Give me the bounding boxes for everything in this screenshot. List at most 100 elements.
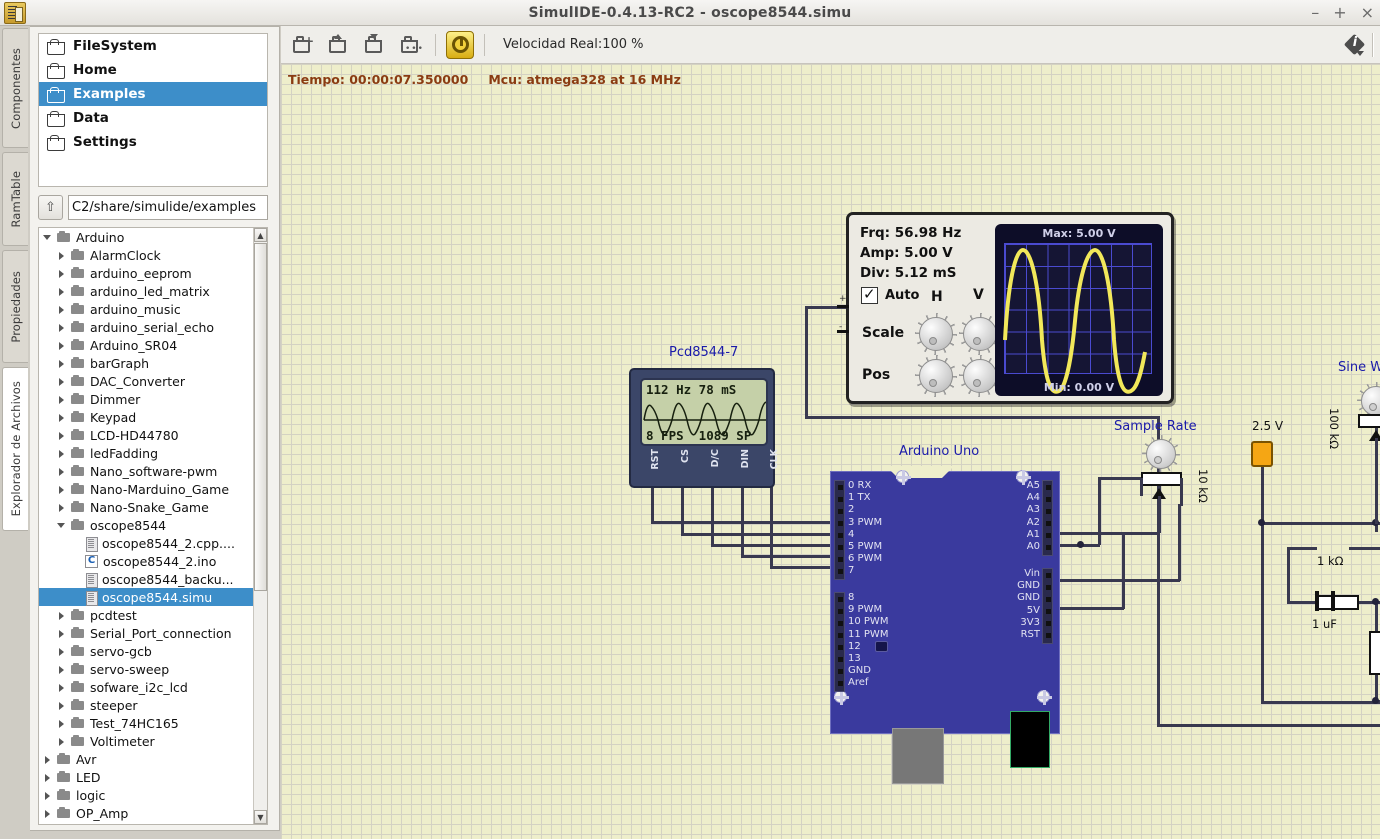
v-scale-knob[interactable]	[963, 317, 997, 351]
tree-row[interactable]: Nano_software-pwm	[39, 462, 253, 480]
tree-row[interactable]: LED	[39, 768, 253, 786]
chevron-closed-icon[interactable]	[57, 449, 66, 458]
pcd8544-component[interactable]: 112 Hz 78 mS 8 FPS 1089 SP RST CS D/C DI…	[629, 368, 775, 488]
chevron-closed-icon[interactable]	[57, 611, 66, 620]
auto-checkbox[interactable]	[861, 287, 878, 304]
place-item-data[interactable]: Data	[39, 106, 267, 130]
tree-row[interactable]: oscope8544	[39, 516, 253, 534]
chevron-closed-icon[interactable]	[57, 269, 66, 278]
oscilloscope-component[interactable]: Frq: 56.98 Hz Amp: 5.00 V Div: 5.12 mS A…	[846, 212, 1174, 404]
tree-row[interactable]: servo-sweep	[39, 660, 253, 678]
chevron-closed-icon[interactable]	[57, 503, 66, 512]
chevron-open-icon[interactable]	[43, 233, 52, 242]
tree-row[interactable]: sofware_i2c_lcd	[39, 678, 253, 696]
save-as-icon[interactable]: •••	[399, 33, 425, 57]
oscilloscope-auto-row[interactable]: Auto	[861, 287, 919, 304]
chevron-closed-icon[interactable]	[57, 287, 66, 296]
tree-row[interactable]: steeper	[39, 696, 253, 714]
tree-row[interactable]: Nano-Snake_Game	[39, 498, 253, 516]
tree-row[interactable]: Arduino_SR04	[39, 336, 253, 354]
open-circuit-icon[interactable]	[327, 33, 353, 57]
tree-row[interactable]: OP_Amp	[39, 804, 253, 822]
chevron-closed-icon[interactable]	[57, 395, 66, 404]
tree-row[interactable]: arduino_serial_echo	[39, 318, 253, 336]
tree-row[interactable]: ledFadding	[39, 444, 253, 462]
minimize-button[interactable]: –	[1311, 5, 1319, 21]
path-input[interactable]: C2/share/simulide/examples	[68, 195, 268, 220]
go-up-button[interactable]: ⇧	[38, 195, 63, 220]
chevron-open-icon[interactable]	[57, 521, 66, 530]
chevron-closed-icon[interactable]	[57, 719, 66, 728]
close-button[interactable]: ×	[1361, 5, 1374, 21]
tree-row[interactable]: AlarmClock	[39, 246, 253, 264]
tree-row[interactable]: Test_74HC165	[39, 714, 253, 732]
maximize-button[interactable]: +	[1333, 5, 1346, 21]
tree-row[interactable]: arduino_eeprom	[39, 264, 253, 282]
scroll-up-icon[interactable]: ▲	[254, 228, 267, 242]
digital-header-bottom[interactable]	[834, 592, 845, 692]
digital-header-top[interactable]	[834, 480, 845, 580]
chevron-closed-icon[interactable]	[57, 359, 66, 368]
tree-row[interactable]: Other	[39, 822, 253, 824]
place-item-examples[interactable]: Examples	[39, 82, 267, 106]
chevron-closed-icon[interactable]	[57, 323, 66, 332]
place-item-filesystem[interactable]: FileSystem	[39, 34, 267, 58]
osc-positive-terminal[interactable]	[837, 305, 849, 308]
save-circuit-icon[interactable]	[363, 33, 389, 57]
sample-rate-knob[interactable]	[1146, 439, 1176, 469]
tree-row[interactable]: Voltimeter	[39, 732, 253, 750]
chevron-closed-icon[interactable]	[43, 791, 52, 800]
sample-rate-potentiometer[interactable]	[1141, 472, 1182, 486]
tree-row[interactable]: barGraph	[39, 354, 253, 372]
chevron-closed-icon[interactable]	[57, 701, 66, 710]
capacitor-1uf-left[interactable]	[1315, 591, 1335, 611]
tree-row[interactable]: oscope8544_backu...	[39, 570, 253, 588]
analog-header[interactable]	[1042, 480, 1053, 556]
tree-row[interactable]: oscope8544_2.cpp....	[39, 534, 253, 552]
chevron-closed-icon[interactable]	[57, 431, 66, 440]
chevron-closed-icon[interactable]	[57, 377, 66, 386]
tree-row[interactable]: Nano-Marduino_Game	[39, 480, 253, 498]
scroll-down-icon[interactable]: ▼	[254, 810, 267, 824]
tree-row[interactable]: arduino_led_matrix	[39, 282, 253, 300]
tab-explorador-de-archivos[interactable]: Explorador de Archivos	[2, 367, 28, 531]
tree-row[interactable]: Dimmer	[39, 390, 253, 408]
tab-ramtable[interactable]: RamTable	[2, 152, 28, 246]
chevron-closed-icon[interactable]	[57, 683, 66, 692]
arduino-uno-component[interactable]: 0 RX1 TX23 PWM45 PWM6 PWM7 89 PWM10 PWM1…	[830, 466, 1060, 756]
resistor-1k-left[interactable]	[1369, 631, 1380, 675]
chevron-closed-icon[interactable]	[57, 629, 66, 638]
place-item-home[interactable]: Home	[39, 58, 267, 82]
chevron-closed-icon[interactable]	[57, 485, 66, 494]
info-icon[interactable]: i	[1344, 34, 1366, 56]
chevron-closed-icon[interactable]	[57, 341, 66, 350]
tree-row[interactable]: LCD-HD44780	[39, 426, 253, 444]
chevron-closed-icon[interactable]	[57, 413, 66, 422]
power-header[interactable]	[1042, 568, 1053, 644]
chevron-closed-icon[interactable]	[57, 665, 66, 674]
chevron-closed-icon[interactable]	[57, 467, 66, 476]
tree-row[interactable]: DAC_Converter	[39, 372, 253, 390]
chevron-closed-icon[interactable]	[57, 251, 66, 260]
h-pos-knob[interactable]	[919, 359, 953, 393]
chevron-closed-icon[interactable]	[57, 737, 66, 746]
chevron-closed-icon[interactable]	[57, 647, 66, 656]
tree-row[interactable]: oscope8544.simu	[39, 588, 253, 606]
chevron-closed-icon[interactable]	[43, 773, 52, 782]
tree-row[interactable]: pcdtest	[39, 606, 253, 624]
tree-row[interactable]: Arduino	[39, 228, 253, 246]
chevron-closed-icon[interactable]	[43, 809, 52, 818]
power-button[interactable]	[446, 31, 474, 59]
chevron-closed-icon[interactable]	[57, 305, 66, 314]
place-item-settings[interactable]: Settings	[39, 130, 267, 154]
tree-row[interactable]: Coscope8544_2.ino	[39, 552, 253, 570]
tab-propiedades[interactable]: Propiedades	[2, 250, 28, 363]
battery-component[interactable]	[1251, 441, 1273, 467]
tree-row[interactable]: servo-gcb	[39, 642, 253, 660]
chevron-closed-icon[interactable]	[43, 755, 52, 764]
v-pos-knob[interactable]	[963, 359, 997, 393]
tab-componentes[interactable]: Componentes	[2, 28, 28, 148]
tree-row[interactable]: Keypad	[39, 408, 253, 426]
h-scale-knob[interactable]	[919, 317, 953, 351]
scroll-thumb[interactable]	[254, 243, 267, 591]
